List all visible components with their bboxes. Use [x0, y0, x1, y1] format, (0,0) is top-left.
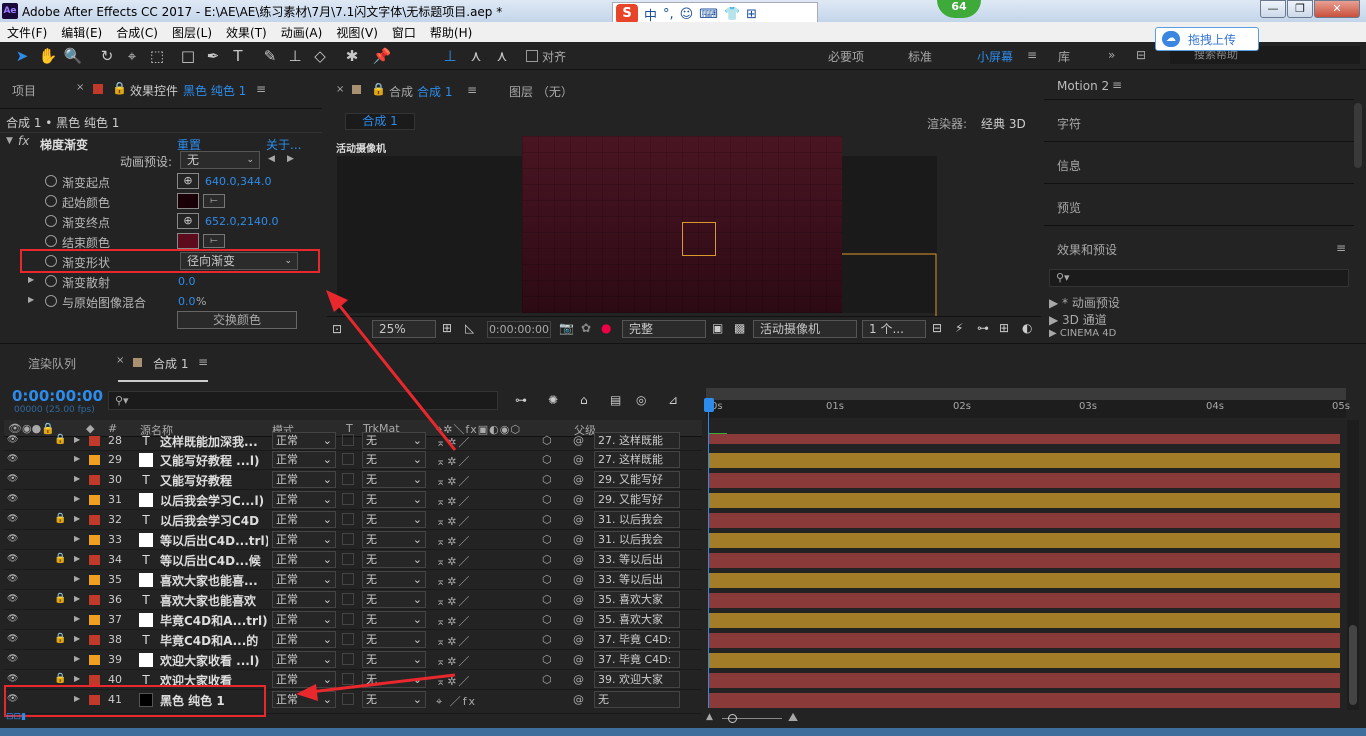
annotation-arrows — [296, 290, 457, 701]
